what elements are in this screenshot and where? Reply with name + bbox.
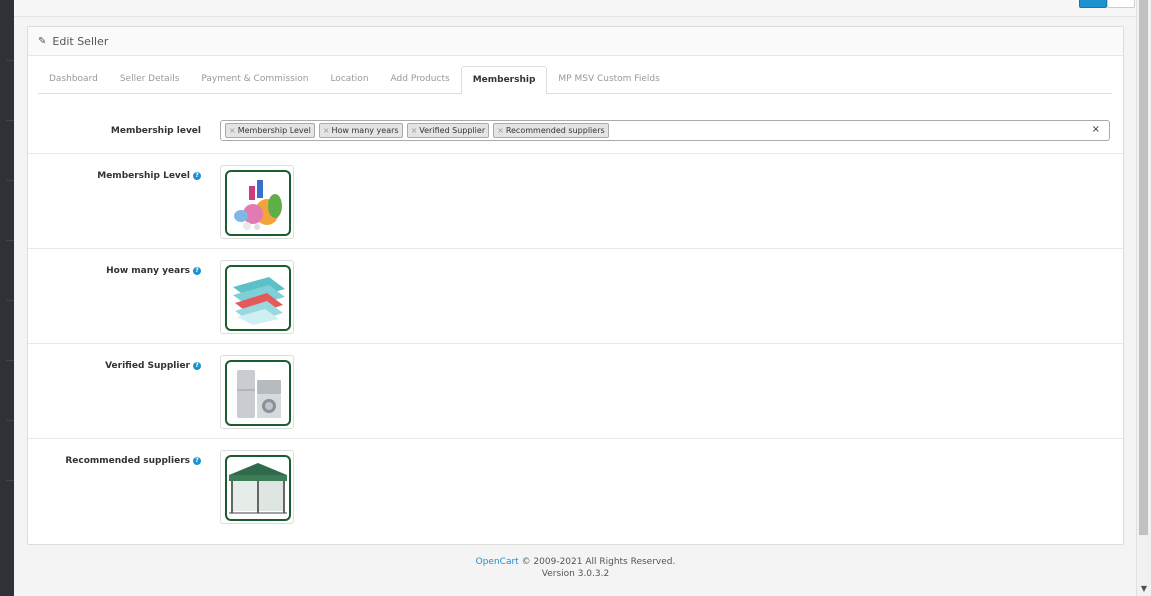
field-image-frame: [225, 265, 291, 331]
help-icon[interactable]: ?: [193, 172, 201, 180]
help-icon[interactable]: ?: [193, 362, 201, 370]
left-sidebar-strip: [0, 0, 14, 596]
sidebar-tick: [6, 240, 14, 241]
chip-label: Recommended suppliers: [505, 126, 605, 135]
sidebar-tick: [6, 300, 14, 301]
field-image-button[interactable]: [220, 165, 294, 239]
row-divider: [28, 248, 1123, 249]
copyright-line: OpenCart © 2009-2021 All Rights Reserved…: [0, 556, 1151, 568]
selected-chip: × Recommended suppliers: [493, 123, 609, 138]
tab-seller-details[interactable]: Seller Details: [109, 66, 191, 93]
field-label-text: Membership Level: [97, 171, 190, 181]
row-divider: [28, 438, 1123, 439]
row-divider: [28, 343, 1123, 344]
field-image-frame: [225, 170, 291, 236]
tab-add-products[interactable]: Add Products: [380, 66, 461, 93]
copyright-text: © 2009-2021 All Rights Reserved.: [518, 557, 676, 567]
row-divider: [28, 153, 1123, 154]
clear-selection-icon[interactable]: ×: [1092, 124, 1100, 135]
vertical-scrollbar[interactable]: ▼: [1136, 0, 1151, 596]
sidebar-tick: [6, 480, 14, 481]
chip-label: How many years: [331, 126, 399, 135]
selected-chip: × Verified Supplier: [406, 123, 490, 138]
help-icon[interactable]: ?: [193, 457, 201, 465]
polycarbonate-sheets-image: [233, 277, 285, 325]
page-header: [14, 0, 1137, 17]
field-label-text: Recommended suppliers: [65, 456, 190, 466]
home-appliances-image: [237, 370, 281, 418]
field-image-button[interactable]: [220, 355, 294, 429]
selected-chip: × How many years: [318, 123, 403, 138]
pencil-icon: ✎: [38, 35, 47, 47]
sidebar-tick: [6, 420, 14, 421]
cancel-button[interactable]: [1107, 0, 1135, 8]
field-label-text: Verified Supplier: [105, 361, 190, 371]
membership-level-select[interactable]: × Membership Level × How many years × Verif…: [220, 120, 1110, 141]
version-text: Version 3.0.3.2: [541, 569, 610, 579]
gazebo-tent-image: [229, 463, 287, 514]
sidebar-tick: [6, 180, 14, 181]
field-label-text: How many years: [106, 266, 190, 276]
chip-label: Membership Level: [237, 126, 311, 135]
field-label: Recommended suppliers?: [28, 456, 201, 466]
cleaning-supplies-image: [234, 180, 282, 230]
sidebar-tick: [6, 360, 14, 361]
chip-remove-icon[interactable]: ×: [411, 126, 418, 135]
field-image-button[interactable]: [220, 450, 294, 524]
sidebar-tick: [6, 120, 14, 121]
field-label: How many years?: [28, 266, 201, 276]
opencart-link[interactable]: OpenCart: [476, 557, 519, 567]
chip-remove-icon[interactable]: ×: [323, 126, 330, 135]
field-image-frame: [225, 455, 291, 521]
tab-payment-commission[interactable]: Payment & Commission: [190, 66, 319, 93]
field-label: Verified Supplier?: [28, 361, 201, 371]
tab-location[interactable]: Location: [319, 66, 379, 93]
field-label: Membership Level?: [28, 171, 201, 181]
tab-membership[interactable]: Membership: [460, 66, 548, 94]
scroll-down-arrow-icon[interactable]: ▼: [1137, 582, 1151, 596]
selected-chip: × Membership Level: [225, 123, 315, 138]
field-image-frame: [225, 360, 291, 426]
sidebar-tick: [6, 60, 14, 61]
membership-level-label: Membership level: [110, 126, 201, 136]
chip-remove-icon[interactable]: ×: [497, 126, 504, 135]
page-footer: OpenCart © 2009-2021 All Rights Reserved…: [0, 556, 1151, 580]
tab-mp-msv-custom-fields[interactable]: MP MSV Custom Fields: [547, 66, 670, 93]
field-image-button[interactable]: [220, 260, 294, 334]
help-icon[interactable]: ?: [193, 267, 201, 275]
panel-heading: ✎ Edit Seller: [28, 27, 1123, 56]
tab-dashboard[interactable]: Dashboard: [38, 66, 109, 93]
chip-label: Verified Supplier: [419, 126, 486, 135]
edit-seller-panel: ✎ Edit Seller Dashboard Seller Details P…: [27, 26, 1124, 545]
save-button[interactable]: [1079, 0, 1107, 8]
scrollbar-thumb[interactable]: [1139, 0, 1148, 535]
panel-title: Edit Seller: [52, 34, 109, 48]
chip-remove-icon[interactable]: ×: [229, 126, 236, 135]
seller-tabs: Dashboard Seller Details Payment & Commi…: [38, 66, 1112, 94]
